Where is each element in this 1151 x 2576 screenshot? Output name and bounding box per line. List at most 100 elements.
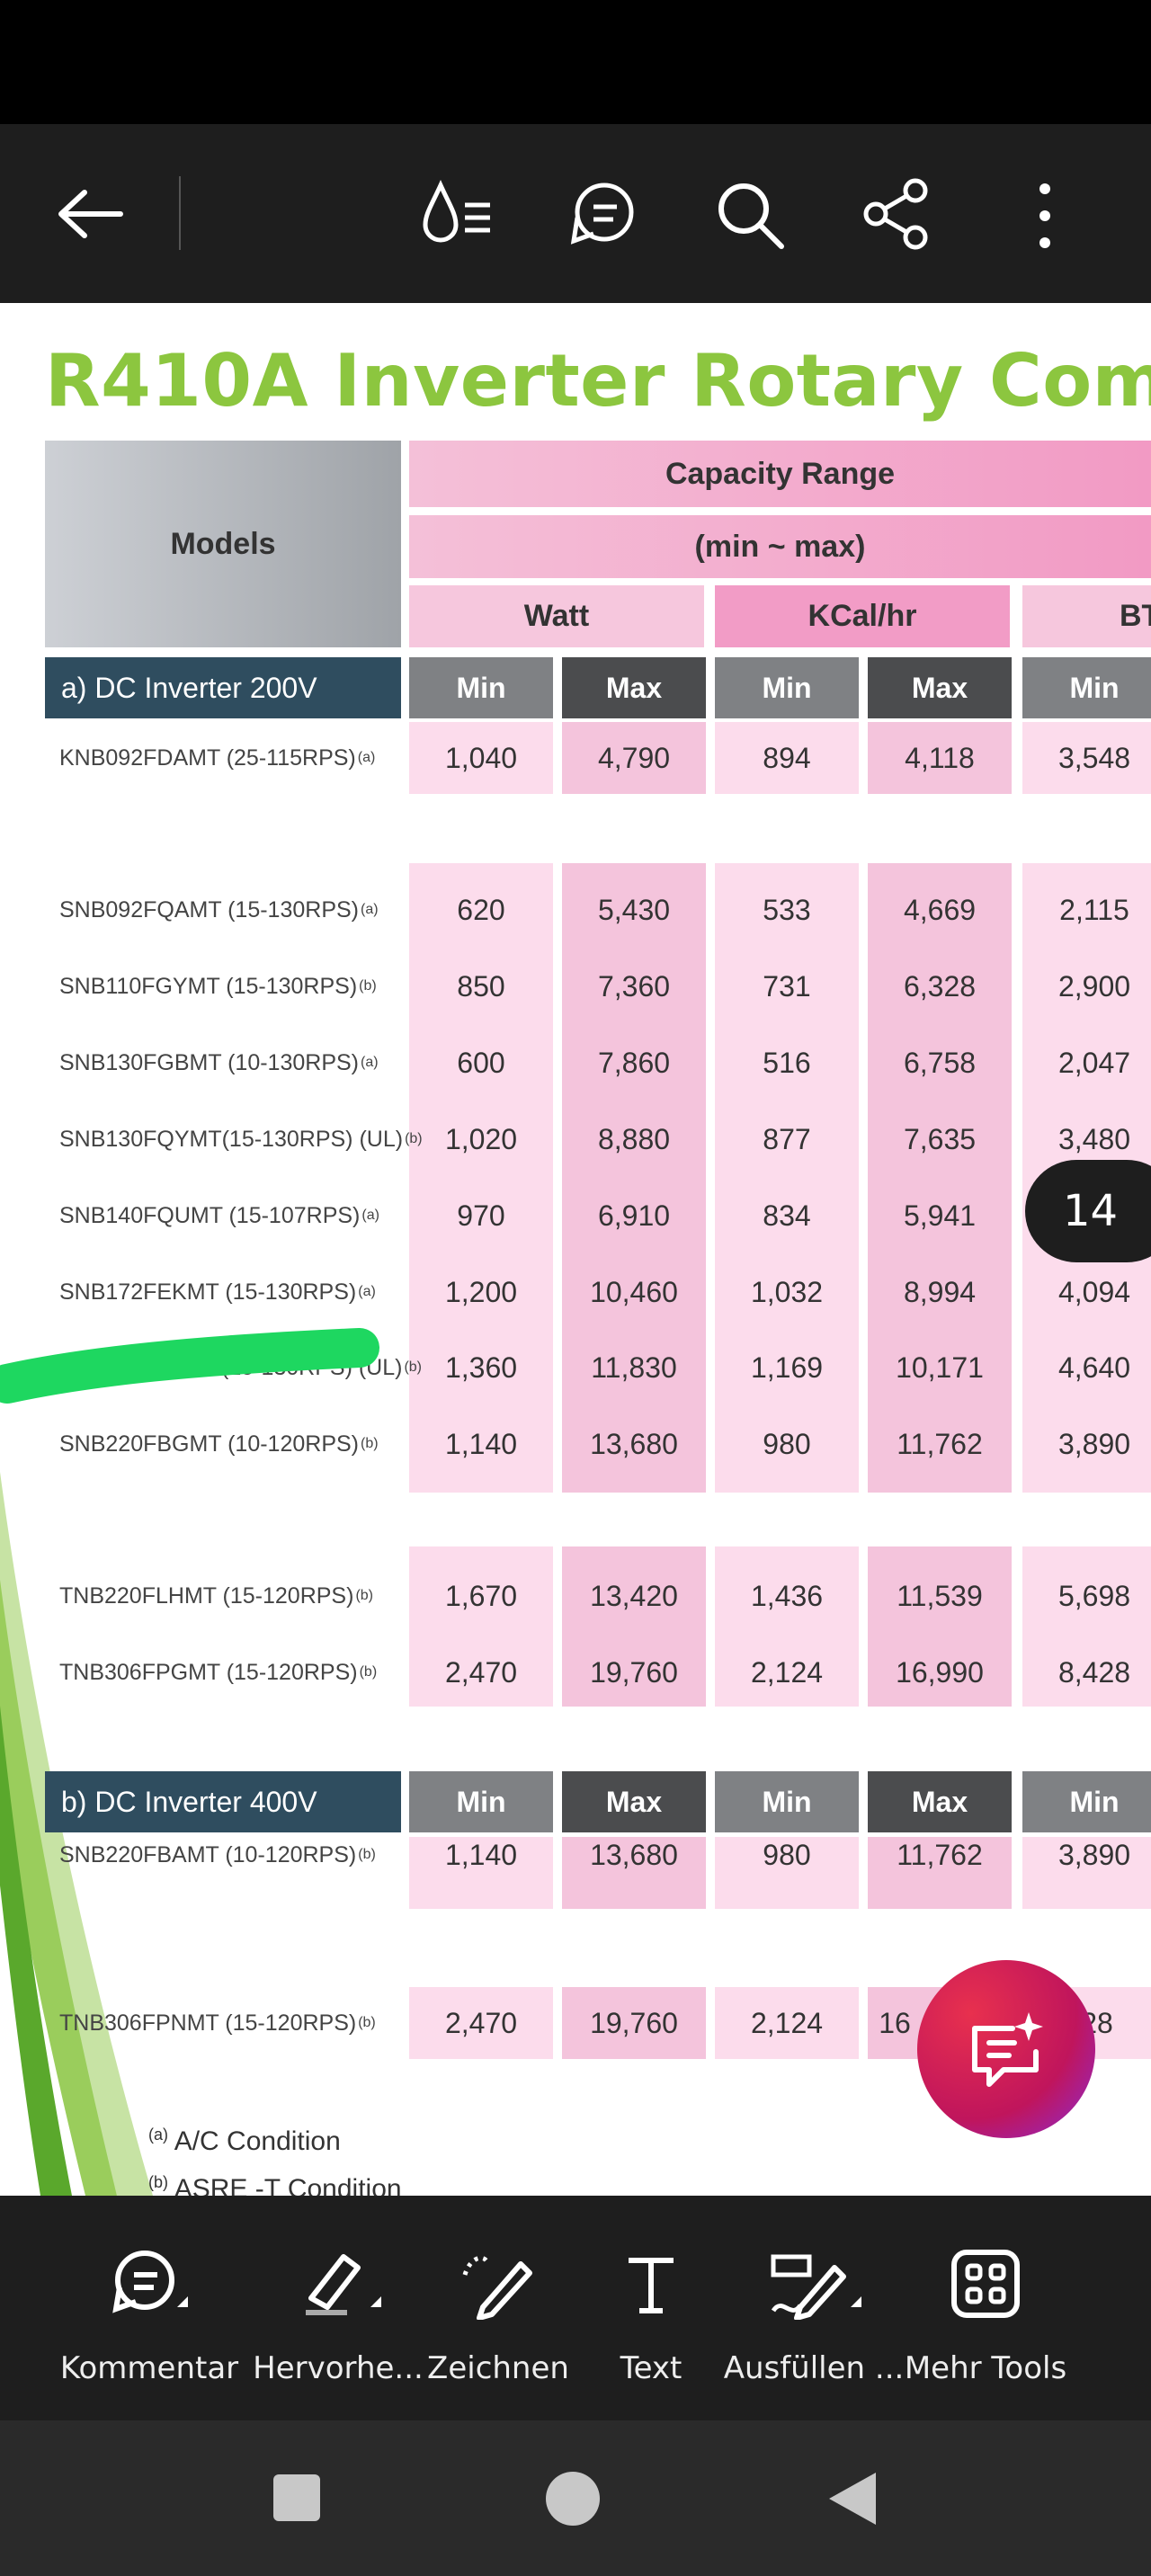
kcal-max: 8,994 xyxy=(903,1276,977,1308)
kcal-max: 6,758 xyxy=(903,1047,977,1079)
kcal-min: 533 xyxy=(763,894,811,926)
kcal-max: 4,669 xyxy=(903,894,977,926)
watt-min: 2,470 xyxy=(444,2007,518,2039)
share-icon[interactable] xyxy=(861,178,933,250)
model-name: TNB220FLHMT (15-120RPS) (b) xyxy=(59,1582,373,1609)
back-arrow-icon[interactable] xyxy=(54,187,126,241)
watt-min: 970 xyxy=(457,1199,505,1232)
kcal-min: 1,032 xyxy=(750,1276,824,1308)
watt-min: 1,200 xyxy=(444,1276,518,1308)
kcal-min: 1,436 xyxy=(750,1580,824,1612)
col-header-max: Max xyxy=(868,1771,1012,1832)
watt-max: 13,680 xyxy=(590,1839,678,1871)
btu-min: 2,115 xyxy=(1059,894,1129,926)
watt-max: 4,790 xyxy=(597,742,671,774)
col-header-min: Min xyxy=(715,1771,859,1832)
text-icon xyxy=(629,2258,674,2313)
col-header-min: Min xyxy=(409,657,553,718)
comment-icon xyxy=(112,2251,188,2313)
kcal-max: 11,762 xyxy=(897,1839,983,1871)
watt-max: 7,860 xyxy=(597,1047,671,1079)
watt-max: 6,910 xyxy=(597,1199,671,1232)
model-name: KNB092FDAMT (25-115RPS) (a) xyxy=(59,744,376,771)
watt-max: 19,760 xyxy=(590,1656,678,1689)
btu-min: 4,640 xyxy=(1057,1351,1131,1384)
section-header-200v: a) DC Inverter 200V xyxy=(45,657,401,718)
watt-max: 13,420 xyxy=(590,1580,678,1612)
kcal-max: 11,539 xyxy=(897,1580,983,1612)
btu-min: 4,094 xyxy=(1057,1276,1131,1308)
reading-mode-icon[interactable] xyxy=(418,178,499,250)
tool-zeichnen[interactable]: Zeichnen xyxy=(426,2196,570,2420)
watt-min: 1,040 xyxy=(444,742,518,774)
capacity-range-header: Capacity Range xyxy=(409,441,1151,507)
btu-min: 2,900 xyxy=(1057,970,1131,1003)
kcal-min: 877 xyxy=(763,1123,811,1155)
btu-min: 3,890 xyxy=(1057,1428,1131,1460)
kcal-min: 894 xyxy=(763,742,811,774)
fill-sign-icon xyxy=(771,2254,861,2320)
kcal-min: 2,124 xyxy=(750,2007,824,2039)
bottom-tools-bar: Kommentar Hervorhe... Zeichnen Text Ausf… xyxy=(0,2196,1151,2420)
footnote: (b) ASRE -T Condition xyxy=(148,2173,402,2196)
highlighter-icon xyxy=(306,2254,381,2315)
watt-min: 1,140 xyxy=(444,1839,518,1871)
col-header-max: Max xyxy=(562,1771,706,1832)
btu-min: 3,548 xyxy=(1057,742,1131,774)
top-app-bar xyxy=(0,124,1151,303)
col-header-min: Min xyxy=(1022,1771,1151,1832)
back-nav-icon[interactable] xyxy=(825,2471,879,2527)
green-highlight-stroke xyxy=(0,1328,379,1404)
footnote: (a) A/C Condition xyxy=(148,2126,341,2156)
btu-header: BT xyxy=(1022,585,1151,647)
tool-hervorheben[interactable]: Hervorhe... xyxy=(253,2196,424,2420)
watt-min: 850 xyxy=(457,970,505,1003)
draw-icon xyxy=(462,2255,532,2320)
col-header-max: Max xyxy=(868,657,1012,718)
tool-ausfuellen[interactable]: Ausfüllen ... xyxy=(724,2196,904,2420)
recent-apps-icon[interactable] xyxy=(272,2473,322,2523)
page-number-badge[interactable]: 14 xyxy=(1025,1160,1151,1262)
kcal-min: 834 xyxy=(763,1199,811,1232)
btu-min: 3,890 xyxy=(1057,1839,1131,1871)
btu-min: 3,480 xyxy=(1057,1123,1131,1155)
kcal-max: 11,762 xyxy=(897,1428,983,1460)
row-block-bg xyxy=(868,863,1012,1493)
watt-min: 620 xyxy=(457,894,505,926)
document-page: R410A Inverter Rotary Compress Models Ca… xyxy=(0,303,1151,2196)
search-icon[interactable] xyxy=(715,180,787,252)
kcal-min: 731 xyxy=(763,970,811,1003)
tool-text[interactable]: Text xyxy=(579,2196,723,2420)
model-name: SNB130FGBMT (10-130RPS) (a) xyxy=(59,1049,379,1075)
watt-min: 1,140 xyxy=(444,1428,518,1460)
kcal-max: 16 xyxy=(879,2007,911,2039)
toolbar-divider xyxy=(179,176,181,250)
watt-max: 11,830 xyxy=(591,1351,677,1384)
col-header-min: Min xyxy=(1022,657,1151,718)
model-name: TNB306FPNMT (15-120RPS) (b) xyxy=(59,2010,376,2036)
kcal-header: KCal/hr xyxy=(715,585,1010,647)
model-name: SNB172FEKMT (15-130RPS) (a) xyxy=(59,1279,376,1305)
model-name: SNB220FBGMT (10-120RPS) (b) xyxy=(59,1431,379,1457)
tool-kommentar[interactable]: Kommentar xyxy=(60,2196,238,2420)
ai-assistant-button[interactable] xyxy=(917,1960,1095,2138)
watt-max: 7,360 xyxy=(597,970,671,1003)
status-bar xyxy=(0,0,1151,124)
btu-min: 2,047 xyxy=(1057,1047,1131,1079)
min-max-header: (min ~ max) xyxy=(409,515,1151,578)
watt-max: 13,680 xyxy=(590,1428,678,1460)
tool-label: Hervorhe... xyxy=(253,2350,424,2386)
kcal-max: 16,990 xyxy=(896,1656,984,1689)
model-name: SNB130FQYMT(15-130RPS) (UL) (b) xyxy=(59,1126,423,1152)
home-icon[interactable] xyxy=(545,2471,601,2527)
more-tools-icon xyxy=(951,2250,1020,2318)
model-name: TNB306FPGMT (15-120RPS) (b) xyxy=(59,1659,378,1685)
watt-max: 8,880 xyxy=(597,1123,671,1155)
comments-icon[interactable] xyxy=(565,178,640,250)
tool-mehr-tools[interactable]: Mehr Tools xyxy=(905,2196,1066,2420)
kcal-min: 980 xyxy=(763,1428,811,1460)
more-options-icon[interactable] xyxy=(1034,180,1056,252)
watt-max: 19,760 xyxy=(590,2007,678,2039)
tool-label: Ausfüllen ... xyxy=(723,2350,905,2386)
row-block-bg xyxy=(715,863,859,1493)
